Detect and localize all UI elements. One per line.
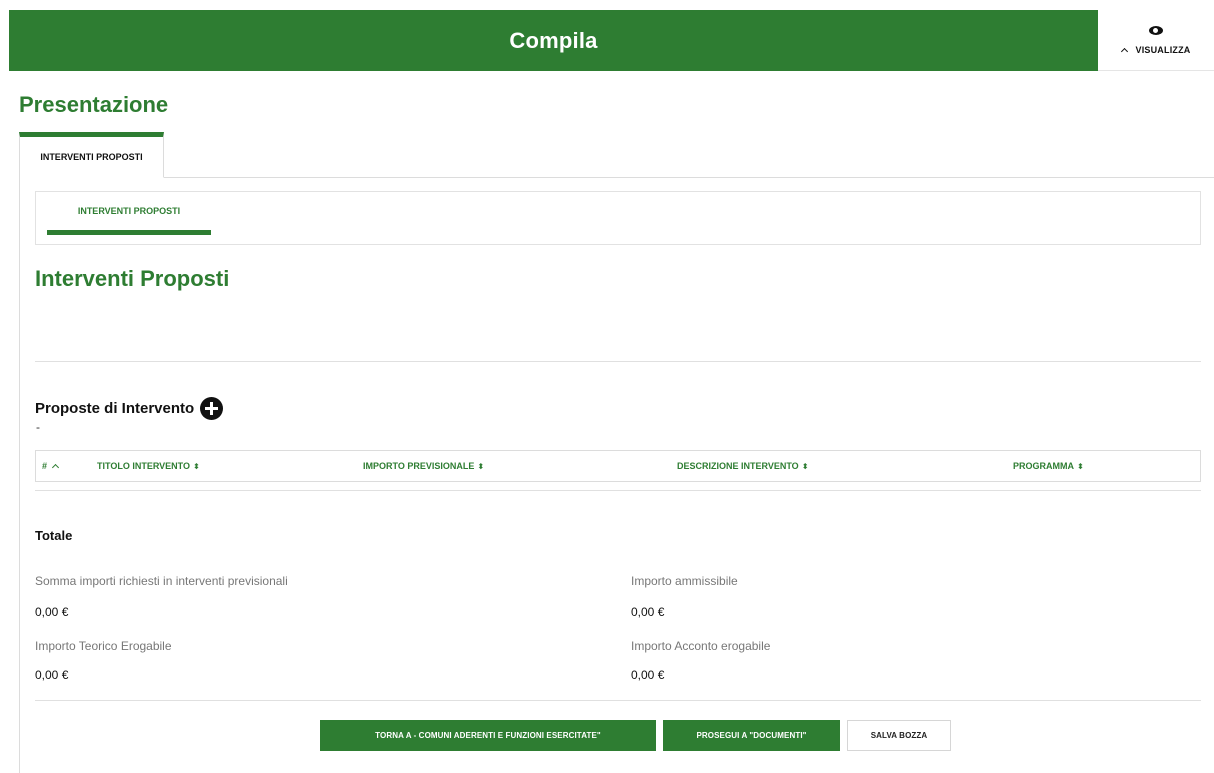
column-label: TITOLO INTERVENTO [97,461,191,471]
divider [35,490,1201,491]
subtab-interventi-proposti[interactable]: INTERVENTI PROPOSTI [47,192,211,235]
tab-interventi-proposti[interactable]: INTERVENTI PROPOSTI [19,132,164,178]
eye-icon [1149,25,1163,35]
sort-up-icon [51,463,60,472]
visualizza-label: VISUALIZZA [1135,44,1191,55]
section-title: Interventi Proposti [35,266,230,291]
sort-icon: ⬍ [193,461,200,471]
proposte-label: Proposte di Intervento [35,400,195,417]
importo-ammissibile-value: 0,00 € [631,605,665,619]
importo-acconto-label: Importo Acconto erogabile [631,639,771,653]
importo-teorico-value: 0,00 € [35,668,69,682]
totale-title: Totale [35,528,73,543]
sort-icon: ⬍ [801,461,809,471]
column-header-programma[interactable]: PROGRAMMA ⬍ [1013,451,1084,481]
outer-tab-bar: INTERVENTI PROPOSTI [19,132,1214,178]
importo-teorico-label: Importo Teorico Erogabile [35,639,172,653]
inner-tab-bar: INTERVENTI PROPOSTI [35,191,1201,245]
interventi-table-header: # TITOLO INTERVENTO ⬍ IMPORTO PREVISIONA… [35,450,1201,482]
visualizza-toggle[interactable]: VISUALIZZA [1098,10,1214,71]
chevron-up-icon [1120,47,1128,55]
top-bar: Compila [9,10,1098,71]
column-label: DESCRIZIONE INTERVENTO [677,461,799,471]
proposte-header: Proposte di Intervento [35,397,224,420]
back-button[interactable]: TORNA A - COMUNI ADERENTI E FUNZIONI ESE… [320,720,656,751]
column-label: PROGRAMMA [1013,461,1074,471]
divider [35,700,1201,701]
next-button[interactable]: PROSEGUI A "DOCUMENTI" [663,720,840,751]
save-draft-button[interactable]: SALVA BOZZA [847,720,951,751]
column-header-importo[interactable]: IMPORTO PREVISIONALE ⬍ [363,451,484,481]
importo-acconto-value: 0,00 € [631,668,665,682]
somma-importi-value: 0,00 € [35,605,69,619]
plus-circle-icon[interactable] [200,397,224,420]
column-header-descrizione[interactable]: DESCRIZIONE INTERVENTO ⬍ [677,451,808,481]
page-title: Presentazione [19,92,169,117]
column-header-number[interactable]: # [42,451,60,481]
sort-icon: ⬍ [477,461,485,471]
header-title: Compila [509,27,598,53]
column-label: IMPORTO PREVISIONALE [363,461,475,471]
proposte-note: - [36,420,40,434]
importo-ammissibile-label: Importo ammissibile [631,574,738,588]
column-label: # [42,461,48,471]
sort-icon: ⬍ [1077,461,1084,471]
divider [35,361,1201,362]
column-header-titolo[interactable]: TITOLO INTERVENTO ⬍ [97,451,200,481]
somma-importi-label: Somma importi richiesti in interventi pr… [35,574,288,588]
